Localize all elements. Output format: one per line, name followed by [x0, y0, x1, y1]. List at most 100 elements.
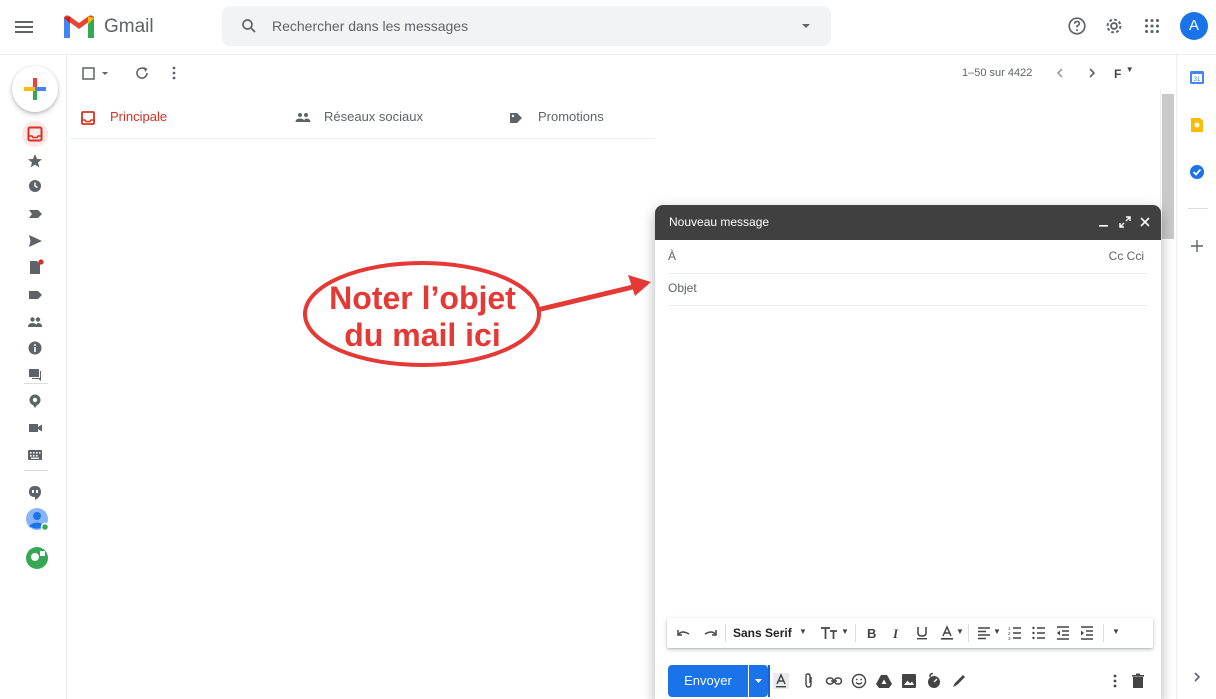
close-icon[interactable]: [1138, 215, 1152, 229]
refresh-icon[interactable]: [134, 65, 150, 81]
important-icon[interactable]: [26, 205, 44, 223]
attach-file-icon[interactable]: [800, 672, 818, 690]
align-caret-icon[interactable]: ▼: [993, 627, 1001, 636]
hangouts-new-chat-icon[interactable]: [25, 546, 49, 570]
rail-separator: [24, 383, 48, 384]
tab-promotions[interactable]: Promotions: [508, 100, 658, 138]
more-options-icon[interactable]: [1106, 672, 1124, 690]
message-body[interactable]: [668, 307, 1148, 612]
indent-more-icon[interactable]: [1079, 625, 1095, 641]
toolbar-separator: [855, 624, 856, 642]
hangouts-avatar[interactable]: [25, 507, 49, 531]
inbox-icon[interactable]: [26, 125, 44, 143]
help-icon[interactable]: [1066, 15, 1088, 37]
indent-less-icon[interactable]: [1055, 625, 1071, 641]
app-name: Gmail: [104, 16, 154, 37]
google-drive-icon[interactable]: [875, 672, 893, 690]
next-page-icon[interactable]: [1085, 66, 1099, 80]
video-icon[interactable]: [26, 419, 44, 437]
bold-icon[interactable]: B: [864, 625, 880, 641]
tab-promotions-label: Promotions: [538, 109, 604, 124]
apps-grid-icon[interactable]: [1141, 15, 1163, 37]
tab-primary[interactable]: Principale: [80, 100, 280, 138]
compose-header[interactable]: Nouveau message: [655, 205, 1161, 240]
to-label: À: [668, 249, 677, 263]
rail-separator-2: [24, 470, 48, 471]
input-tools-caret-icon: ▼: [1125, 65, 1134, 74]
confidential-mode-icon[interactable]: [925, 672, 943, 690]
align-icon[interactable]: [976, 625, 992, 641]
calendar-icon[interactable]: 31: [1188, 68, 1206, 86]
font-size-caret-icon[interactable]: ▼: [841, 627, 849, 636]
font-family-select[interactable]: Sans Serif: [733, 626, 792, 640]
search-input[interactable]: [270, 17, 774, 35]
numbered-list-icon[interactable]: 123: [1007, 625, 1023, 641]
select-all-checkbox[interactable]: [82, 66, 110, 82]
right-rail-divider: [1176, 55, 1177, 699]
top-header: Gmail A: [0, 0, 1216, 55]
toolbar-separator: [1103, 624, 1104, 642]
insert-link-icon[interactable]: [825, 672, 843, 690]
underline-icon[interactable]: [914, 625, 930, 641]
bulleted-list-icon[interactable]: [1031, 625, 1047, 641]
main-menu-icon[interactable]: [12, 15, 36, 39]
previous-page-icon[interactable]: [1053, 66, 1067, 80]
fullscreen-icon[interactable]: [1118, 215, 1132, 229]
account-avatar[interactable]: A: [1180, 12, 1208, 40]
font-family-caret-icon[interactable]: ▼: [799, 627, 807, 636]
more-formatting-caret-icon[interactable]: ▼: [1112, 627, 1120, 636]
updates-info-icon[interactable]: [26, 339, 44, 357]
redo-icon[interactable]: [702, 625, 718, 641]
keep-icon[interactable]: [1188, 116, 1206, 134]
recipients-row[interactable]: À Cc Cci: [668, 240, 1148, 274]
subject-input[interactable]: [668, 281, 1138, 295]
undo-icon[interactable]: [676, 625, 692, 641]
search-icon[interactable]: [240, 17, 258, 35]
compose-plus-icon: [24, 78, 46, 100]
primary-inbox-icon: [81, 111, 95, 125]
font-size-icon[interactable]: [819, 625, 839, 641]
svg-text:B: B: [867, 626, 876, 641]
drafts-icon[interactable]: [26, 258, 44, 276]
search-bar[interactable]: [222, 6, 831, 46]
cc-bcc-link[interactable]: Cc Cci: [1109, 249, 1144, 263]
tab-social[interactable]: Réseaux sociaux: [294, 100, 494, 138]
tab-primary-label: Principale: [110, 109, 168, 124]
formatting-options-icon[interactable]: [772, 672, 790, 690]
scrollbar-thumb[interactable]: [1162, 94, 1174, 239]
compose-title: Nouveau message: [669, 215, 770, 229]
signature-pen-icon[interactable]: [950, 672, 968, 690]
minimize-icon[interactable]: [1098, 214, 1110, 230]
sent-send-icon[interactable]: [26, 232, 44, 250]
toolbar-separator: [725, 624, 726, 642]
compose-window: Nouveau message À Cc Cci Sans Serif ▼ ▼ …: [655, 205, 1161, 699]
text-color-icon[interactable]: [939, 625, 955, 641]
insert-photo-icon[interactable]: [900, 672, 918, 690]
send-button[interactable]: Envoyer: [668, 665, 748, 697]
gmail-logo-icon[interactable]: [62, 14, 96, 40]
snoozed-clock-icon[interactable]: [26, 177, 44, 195]
keyboard-icon[interactable]: [26, 446, 44, 464]
meet-icon[interactable]: [26, 392, 44, 410]
discard-trash-icon[interactable]: [1129, 672, 1147, 690]
text-color-caret-icon[interactable]: ▼: [956, 627, 964, 636]
send-options-button[interactable]: [749, 665, 768, 697]
search-options-caret-icon[interactable]: [798, 18, 814, 34]
input-tools-button[interactable]: F ▼: [1114, 65, 1134, 83]
tasks-icon[interactable]: [1188, 163, 1206, 181]
italic-icon[interactable]: I: [889, 625, 905, 641]
settings-gear-icon[interactable]: [1103, 15, 1125, 37]
label-icon[interactable]: [26, 286, 44, 304]
formatting-toolbar: Sans Serif ▼ ▼ B I ▼ ▼ 123 ▼: [667, 618, 1153, 648]
add-addon-plus-icon[interactable]: [1188, 237, 1206, 255]
subject-row: [668, 273, 1148, 306]
insert-emoji-icon[interactable]: [850, 672, 868, 690]
more-options-icon[interactable]: [166, 65, 182, 81]
forums-icon[interactable]: [26, 366, 44, 384]
expand-side-panel-icon[interactable]: [1188, 668, 1206, 686]
social-people-icon[interactable]: [26, 313, 44, 331]
compose-button[interactable]: [12, 66, 58, 112]
send-options-caret-icon: [755, 679, 762, 683]
hangouts-icon[interactable]: [26, 484, 44, 502]
starred-star-icon[interactable]: [26, 152, 44, 170]
